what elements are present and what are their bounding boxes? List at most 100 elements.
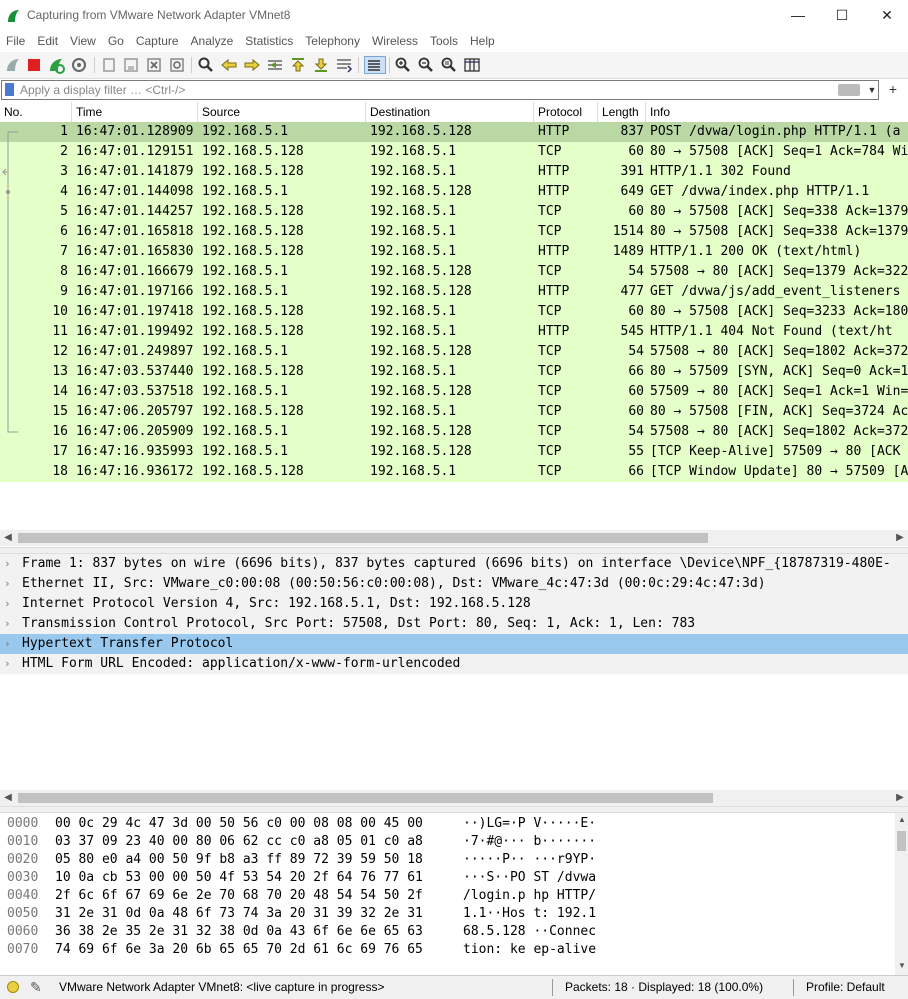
expand-chevron-icon[interactable]: › [4, 634, 14, 654]
scroll-right-arrow-icon[interactable]: ▶ [892, 790, 908, 806]
scroll-down-arrow-icon[interactable]: ▼ [898, 961, 906, 970]
hex-dump-row[interactable]: 0020 05 80 e0 a4 00 50 9f b8 a3 ff 89 72 … [0, 851, 895, 869]
go-back-arrow-icon[interactable] [220, 56, 238, 74]
packet-row[interactable]: 2 16:47:01.129151 192.168.5.128 192.168.5.1… [0, 142, 908, 162]
menu-file[interactable]: File [0, 31, 31, 52]
pane-splitter[interactable] [0, 547, 908, 554]
packet-bytes-pane[interactable]: 0000 00 0c 29 4c 47 3d 00 50 56 c0 00 08 … [0, 813, 908, 975]
expand-chevron-icon[interactable]: › [4, 574, 14, 594]
zoom-out-icon[interactable] [417, 56, 435, 74]
pane-splitter[interactable] [0, 806, 908, 813]
detail-tree-item[interactable]: › Ethernet II, Src: VMware_c0:00:08 (00:5… [0, 574, 908, 594]
start-capture-fin-icon[interactable] [4, 56, 22, 74]
details-horizontal-scrollbar[interactable]: ◀ ▶ [0, 790, 908, 806]
packet-row[interactable]: 11 16:47:01.199492 192.168.5.128 192.168.5.… [0, 322, 908, 342]
packet-row[interactable]: 13 16:47:03.537440 192.168.5.128 192.168.5.… [0, 362, 908, 382]
packet-row[interactable]: 6 16:47:01.165818 192.168.5.128 192.168.5.1… [0, 222, 908, 242]
go-last-packet-icon[interactable] [312, 56, 330, 74]
packet-row[interactable]: 10 16:47:01.197418 192.168.5.128 192.168.5.… [0, 302, 908, 322]
hex-dump-row[interactable]: 0050 31 2e 31 0d 0a 48 6f 73 74 3a 20 31 … [0, 905, 895, 923]
capture-options-gear-icon[interactable] [70, 56, 88, 74]
detail-tree-item[interactable]: › HTML Form URL Encoded: application/x-ww… [0, 654, 908, 674]
hex-dump-row[interactable]: 0060 36 38 2e 35 2e 31 32 38 0d 0a 43 6f … [0, 923, 895, 941]
menu-wireless[interactable]: Wireless [366, 31, 424, 52]
column-header-protocol[interactable]: Protocol [534, 102, 598, 122]
status-profile[interactable]: Profile: Default [806, 980, 885, 994]
open-file-icon[interactable] [100, 56, 118, 74]
go-forward-arrow-icon[interactable] [243, 56, 261, 74]
column-header-length[interactable]: Length [598, 102, 646, 122]
menu-telephony[interactable]: Telephony [299, 31, 366, 52]
expert-info-icon[interactable] [7, 981, 19, 993]
save-file-icon[interactable] [122, 56, 140, 74]
scrollbar-thumb[interactable] [897, 831, 906, 851]
normal-size-icon[interactable] [440, 56, 458, 74]
close-file-icon[interactable] [145, 56, 163, 74]
expand-chevron-icon[interactable]: › [4, 594, 14, 614]
scroll-left-arrow-icon[interactable]: ◀ [0, 530, 16, 546]
apply-filter-arrow-icon[interactable] [838, 84, 860, 96]
zoom-in-icon[interactable] [394, 56, 412, 74]
hex-dump-row[interactable]: 0030 10 0a cb 53 00 00 50 4f 53 54 20 2f … [0, 869, 895, 887]
packet-list-horizontal-scrollbar[interactable]: ◀ ▶ [0, 530, 908, 546]
menu-edit[interactable]: Edit [31, 31, 64, 52]
scrollbar-thumb[interactable] [18, 533, 708, 543]
detail-tree-item[interactable]: › Transmission Control Protocol, Src Port… [0, 614, 908, 634]
menu-capture[interactable]: Capture [130, 31, 185, 52]
reload-file-icon[interactable] [168, 56, 186, 74]
display-filter-input[interactable] [20, 82, 820, 98]
packet-row[interactable]: 5 16:47:01.144257 192.168.5.128 192.168.5.1… [0, 202, 908, 222]
packet-row[interactable]: 9 16:47:01.197166 192.168.5.1 192.168.5.128… [0, 282, 908, 302]
close-button[interactable]: ✕ [864, 0, 908, 31]
menu-view[interactable]: View [64, 31, 102, 52]
expand-chevron-icon[interactable]: › [4, 654, 14, 674]
packet-row[interactable]: 8 16:47:01.166679 192.168.5.1 192.168.5.128… [0, 262, 908, 282]
packet-row[interactable]: 16 16:47:06.205909 192.168.5.1 192.168.5.12… [0, 422, 908, 442]
column-header-no[interactable]: No. [0, 102, 72, 122]
expand-chevron-icon[interactable]: › [4, 554, 14, 574]
detail-tree-item[interactable]: › Frame 1: 837 bytes on wire (6696 bits),… [0, 554, 908, 574]
bytes-vertical-scrollbar[interactable]: ▲ ▼ [895, 813, 908, 975]
maximize-button[interactable]: ☐ [819, 0, 865, 31]
restart-capture-icon[interactable] [47, 56, 65, 74]
hex-dump-row[interactable]: 0040 2f 6c 6f 67 69 6e 2e 70 68 70 20 48 … [0, 887, 895, 905]
filter-history-dropdown-icon[interactable]: ▼ [866, 82, 878, 98]
packet-row[interactable]: 3 16:47:01.141879 192.168.5.128 192.168.5.1… [0, 162, 908, 182]
hex-dump-row[interactable]: 0070 74 69 6f 6e 3a 20 6b 65 65 70 2d 61 … [0, 941, 895, 959]
expand-chevron-icon[interactable]: › [4, 614, 14, 634]
auto-scroll-icon[interactable] [335, 56, 353, 74]
packet-row[interactable]: 14 16:47:03.537518 192.168.5.1 192.168.5.12… [0, 382, 908, 402]
menu-statistics[interactable]: Statistics [239, 31, 299, 52]
minimize-button[interactable]: — [775, 0, 821, 31]
packet-row[interactable]: 17 16:47:16.935993 192.168.5.1 192.168.5.12… [0, 442, 908, 462]
filter-bookmark-icon[interactable] [5, 83, 14, 96]
scroll-up-arrow-icon[interactable]: ▲ [898, 815, 906, 824]
scroll-right-arrow-icon[interactable]: ▶ [892, 530, 908, 546]
detail-tree-item[interactable]: › Hypertext Transfer Protocol [0, 634, 908, 654]
stop-capture-icon[interactable] [25, 56, 43, 74]
packet-row[interactable]: 18 16:47:16.936172 192.168.5.128 192.168.5.… [0, 462, 908, 482]
menu-tools[interactable]: Tools [424, 31, 464, 52]
packet-details-pane[interactable]: › Frame 1: 837 bytes on wire (6696 bits),… [0, 554, 908, 790]
go-first-packet-icon[interactable] [289, 56, 307, 74]
resize-columns-icon[interactable] [463, 56, 481, 74]
packet-row[interactable]: 4 16:47:01.144098 192.168.5.1 192.168.5.128… [0, 182, 908, 202]
detail-tree-item[interactable]: › Internet Protocol Version 4, Src: 192.1… [0, 594, 908, 614]
packet-list[interactable]: 1 16:47:01.128909 192.168.5.1 192.168.5.128… [0, 122, 908, 530]
menu-go[interactable]: Go [102, 31, 130, 52]
capture-comment-edit-icon[interactable]: ✎ [30, 979, 42, 996]
hex-dump-row[interactable]: 0010 03 37 09 23 40 00 80 06 62 cc c0 a8 … [0, 833, 895, 851]
hex-dump-row[interactable]: 0000 00 0c 29 4c 47 3d 00 50 56 c0 00 08 … [0, 815, 895, 833]
column-header-time[interactable]: Time [72, 102, 198, 122]
column-header-source[interactable]: Source [198, 102, 366, 122]
colorize-packet-list-icon[interactable] [364, 56, 386, 74]
menu-analyze[interactable]: Analyze [185, 31, 240, 52]
packet-row[interactable]: 1 16:47:01.128909 192.168.5.1 192.168.5.128… [0, 122, 908, 142]
packet-row[interactable]: 7 16:47:01.165830 192.168.5.128 192.168.5.1… [0, 242, 908, 262]
go-to-packet-icon[interactable] [266, 56, 284, 74]
add-filter-expression-button[interactable]: + [880, 80, 906, 98]
packet-row[interactable]: 15 16:47:06.205797 192.168.5.128 192.168.5.… [0, 402, 908, 422]
column-header-destination[interactable]: Destination [366, 102, 534, 122]
scroll-left-arrow-icon[interactable]: ◀ [0, 790, 16, 806]
column-header-info[interactable]: Info [646, 102, 908, 122]
